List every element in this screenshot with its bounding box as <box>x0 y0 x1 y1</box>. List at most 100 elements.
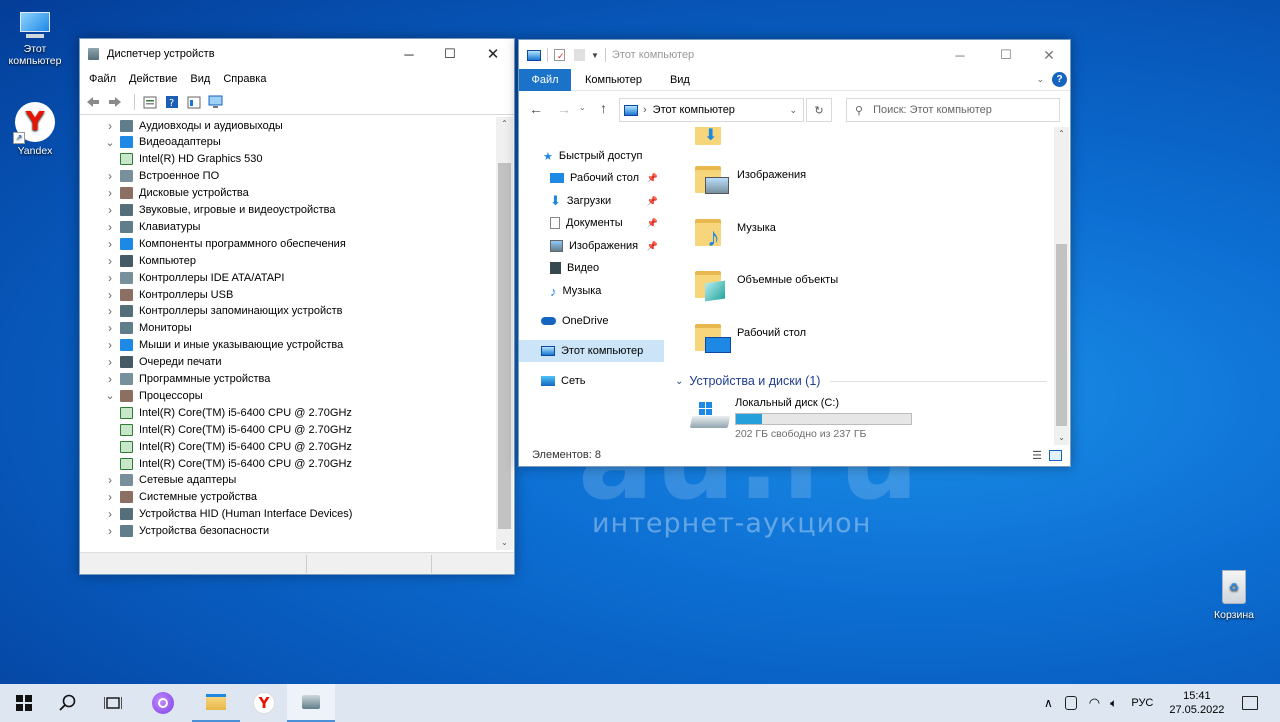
chevron-down-icon[interactable]: ⌄ <box>104 136 116 149</box>
nav-videos[interactable]: Видео <box>519 257 666 279</box>
maximize-button[interactable]: ☐ <box>427 39 473 69</box>
back-arrow-icon[interactable] <box>84 94 102 110</box>
properties-icon[interactable] <box>141 94 159 110</box>
show-hidden-icons-chevron[interactable]: ∧ <box>1044 696 1053 710</box>
chevron-right-icon[interactable]: › <box>104 372 116 386</box>
ribbon-tab-view[interactable]: Вид <box>670 74 690 86</box>
scroll-thumb[interactable] <box>498 163 511 529</box>
menu-view[interactable]: Вид <box>190 73 210 85</box>
scroll-up-arrow[interactable]: ⌃ <box>1054 127 1069 141</box>
driver-icon[interactable] <box>185 94 203 110</box>
pin-icon[interactable]: 📌 <box>647 196 658 207</box>
device-category[interactable]: › Контроллеры IDE ATA/ATAPI <box>104 269 284 286</box>
forward-arrow-icon[interactable]: → <box>557 101 571 117</box>
minimize-button[interactable]: ─ <box>937 40 983 70</box>
back-arrow-icon[interactable]: ← <box>529 101 543 117</box>
close-button[interactable]: ✕ <box>470 39 516 69</box>
recent-chevron-icon[interactable]: ⌄ <box>579 103 586 112</box>
properties-quick-icon[interactable]: ✓ <box>554 49 565 61</box>
ribbon-expand-chevron-icon[interactable]: ⌄ <box>1036 74 1044 85</box>
new-folder-quick-icon[interactable] <box>574 49 585 61</box>
chevron-right-icon[interactable]: › <box>104 304 116 318</box>
desktop-icon-yandex[interactable]: Y ↗ Yandex <box>0 102 70 157</box>
chevron-right-icon[interactable]: › <box>104 473 116 487</box>
device-tray-icon[interactable] <box>1064 696 1077 710</box>
pin-icon[interactable]: 📌 <box>647 173 658 184</box>
folder-pictures[interactable]: Изображения <box>695 163 845 199</box>
chevron-right-icon[interactable]: › <box>104 288 116 302</box>
chevron-right-icon[interactable]: › <box>104 271 116 285</box>
folder-music[interactable]: ♪ Музыка <box>695 216 845 252</box>
device-category[interactable]: › Встроенное ПО <box>104 168 219 185</box>
device-category[interactable]: › Клавиатуры <box>104 218 200 235</box>
details-view-icon[interactable]: ☰ <box>1032 449 1042 462</box>
device-tree-scrollbar[interactable]: ⌃ ⌄ <box>496 117 513 550</box>
chevron-right-icon[interactable]: › <box>104 507 116 521</box>
desktop-icon-this-pc[interactable]: Этот компьютер <box>0 10 70 67</box>
forward-arrow-icon[interactable] <box>106 94 124 110</box>
device-manager-titlebar[interactable]: Диспетчер устройств ─ ☐ ✕ <box>80 39 514 69</box>
devices-group-header[interactable]: ⌄ Устройства и диски (1) <box>675 372 1047 390</box>
chevron-right-icon[interactable]: › <box>104 524 116 538</box>
taskbar-file-explorer[interactable] <box>192 684 240 722</box>
chevron-right-icon[interactable]: › <box>104 203 116 217</box>
address-bar[interactable]: › Этот компьютер ⌄ <box>619 98 804 122</box>
device-item[interactable]: Intel(R) Core(TM) i5-6400 CPU @ 2.70GHz <box>116 455 352 472</box>
wifi-icon[interactable]: ◠ <box>1089 695 1100 711</box>
close-button[interactable]: ✕ <box>1026 40 1072 70</box>
up-arrow-icon[interactable]: ↑ <box>600 100 607 116</box>
device-category[interactable]: › Устройства безопасности <box>104 523 269 540</box>
taskbar-yandex-browser[interactable]: Y <box>240 684 288 722</box>
minimize-button[interactable]: ─ <box>386 39 432 69</box>
chevron-right-icon[interactable]: › <box>104 254 116 268</box>
device-category[interactable]: › Дисковые устройства <box>104 185 249 202</box>
ribbon-tab-computer[interactable]: Компьютер <box>585 74 642 86</box>
folder-downloads-partial[interactable]: ⬇ <box>695 127 721 145</box>
clock[interactable]: 15:41 27.05.2022 <box>1169 689 1224 717</box>
help-icon[interactable]: ? <box>1052 72 1067 87</box>
device-category[interactable]: ⌄ Процессоры <box>104 387 203 404</box>
ribbon-file-tab[interactable]: Файл <box>519 68 571 91</box>
folder-3d-objects[interactable]: Объемные объекты <box>695 268 875 304</box>
chevron-right-icon[interactable]: › <box>104 169 116 183</box>
device-category[interactable]: › Мыши и иные указывающие устройства <box>104 337 343 354</box>
device-category[interactable]: › Компьютер <box>104 252 196 269</box>
speaker-icon[interactable]: 🔈︎ <box>1110 696 1117 711</box>
search-button[interactable] <box>44 684 92 722</box>
task-view-button[interactable] <box>89 684 137 722</box>
device-category[interactable]: › Системные устройства <box>104 489 257 506</box>
scroll-down-arrow[interactable]: ⌄ <box>1054 431 1069 445</box>
nav-this-pc[interactable]: Этот компьютер <box>519 340 664 362</box>
nav-documents[interactable]: Документы 📌 <box>519 212 666 234</box>
start-button[interactable] <box>0 684 48 722</box>
device-category[interactable]: › Звуковые, игровые и видеоустройства <box>104 202 336 219</box>
device-category[interactable]: ⌄ Видеоадаптеры <box>104 134 221 151</box>
folder-desktop[interactable]: Рабочий стол <box>695 321 845 357</box>
nav-music[interactable]: ♪ Музыка <box>519 280 666 302</box>
refresh-button[interactable]: ↻ <box>806 98 832 122</box>
chevron-right-icon[interactable]: › <box>104 490 116 504</box>
device-category[interactable]: › Устройства HID (Human Interface Devices… <box>104 506 352 523</box>
language-indicator[interactable]: РУС <box>1131 697 1153 709</box>
large-icons-view-icon[interactable] <box>1049 449 1062 461</box>
chevron-right-icon[interactable]: › <box>104 119 116 133</box>
device-category[interactable]: › Программные устройства <box>104 371 270 388</box>
chevron-right-icon[interactable]: › <box>104 186 116 200</box>
device-item[interactable]: Intel(R) Core(TM) i5-6400 CPU @ 2.70GHz <box>116 438 352 455</box>
maximize-button[interactable]: ☐ <box>983 40 1029 70</box>
device-category[interactable]: › Сетевые адаптеры <box>104 472 236 489</box>
nav-downloads[interactable]: ⬇ Загрузки 📌 <box>519 190 666 212</box>
device-category[interactable]: › Очереди печати <box>104 354 222 371</box>
chevron-down-icon[interactable]: ⌄ <box>104 389 116 402</box>
chevron-right-icon[interactable]: › <box>104 237 116 251</box>
notification-center-icon[interactable] <box>1242 696 1259 710</box>
nav-onedrive[interactable]: OneDrive <box>519 310 666 332</box>
device-category[interactable]: › Компоненты программного обеспечения <box>104 235 346 252</box>
pin-icon[interactable]: 📌 <box>647 241 658 252</box>
search-input[interactable]: ⚲ Поиск: Этот компьютер <box>846 98 1060 122</box>
content-scrollbar[interactable]: ⌃ ⌄ <box>1054 127 1069 445</box>
taskbar-device-manager[interactable] <box>287 684 335 722</box>
menu-action[interactable]: Действие <box>129 73 177 85</box>
device-item[interactable]: Intel(R) Core(TM) i5-6400 CPU @ 2.70GHz <box>116 404 352 421</box>
nav-quick-access[interactable]: ★ Быстрый доступ <box>519 145 666 167</box>
